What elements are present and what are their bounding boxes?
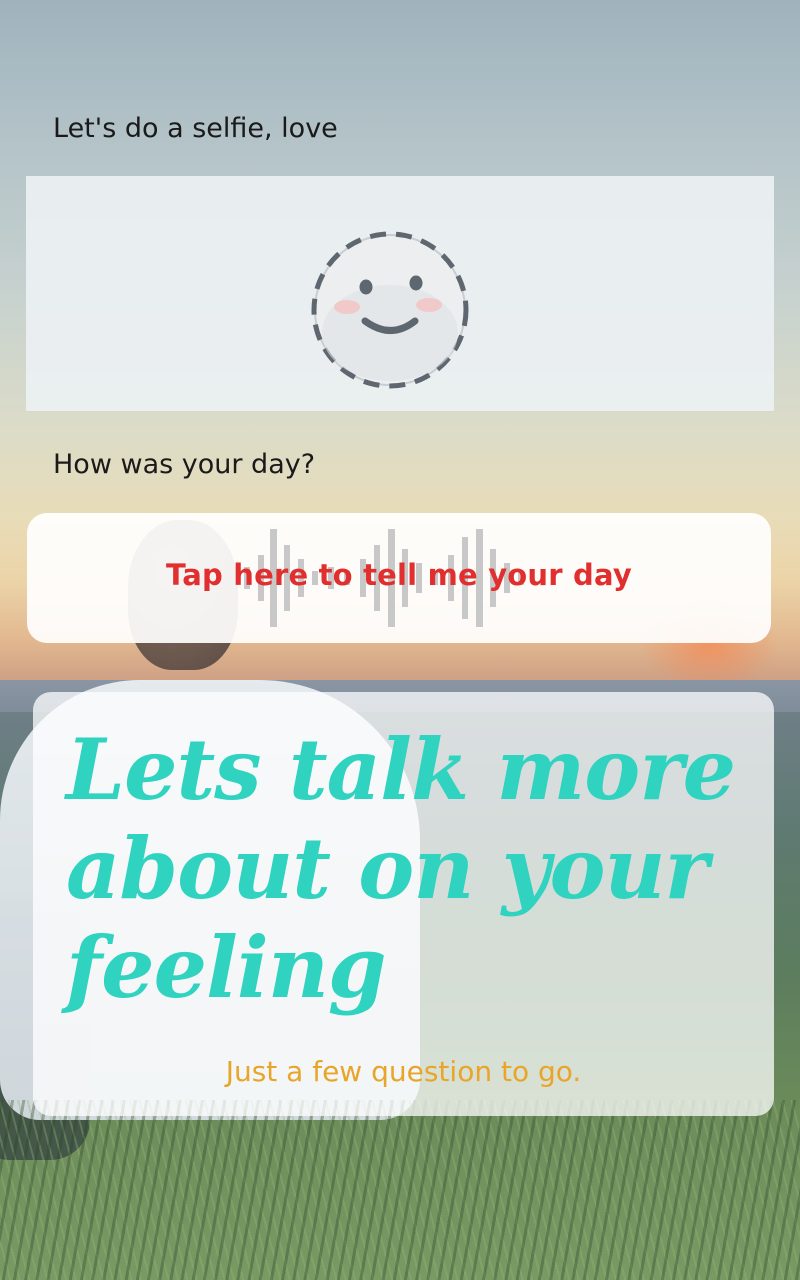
selfie-label: Let's do a selfie, love (53, 113, 338, 144)
day-question-label: How was your day? (53, 449, 316, 480)
voice-prompt-text[interactable]: Tap here to tell me your day (27, 558, 771, 592)
feeling-subtitle: Just a few question to go. (225, 1055, 582, 1088)
smiley-face-icon[interactable] (305, 225, 475, 395)
feeling-heading: Lets talk more about on your feeling (66, 720, 736, 1017)
grass-blades (0, 1100, 800, 1280)
